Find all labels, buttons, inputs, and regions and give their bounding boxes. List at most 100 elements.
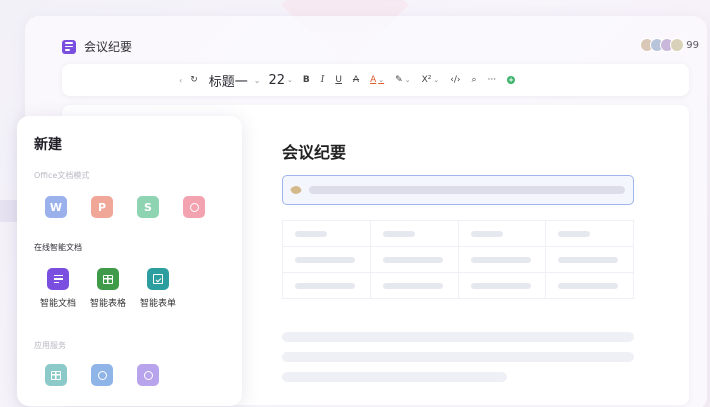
chevron-down-icon[interactable]: ⌄ <box>254 76 261 85</box>
table-cell[interactable] <box>545 220 634 247</box>
smart-doc-glyph <box>53 274 63 284</box>
collaborator-avatars[interactable]: 99 <box>640 38 699 52</box>
strikethrough-button[interactable]: A <box>353 75 359 85</box>
underline-button[interactable]: U <box>335 75 342 85</box>
bold-button[interactable]: B <box>303 75 310 85</box>
chevron-down-icon: ⌄ <box>378 76 385 84</box>
table-cell[interactable] <box>369 272 459 299</box>
cell-placeholder <box>558 282 619 289</box>
app-link-icon <box>91 364 113 386</box>
link-glyph <box>97 370 107 380</box>
undo-button[interactable]: ‹ <box>179 76 182 85</box>
cell-placeholder <box>295 282 355 289</box>
smart-section-label: 在线智能文档 <box>34 243 82 252</box>
smart-form-label: 智能表单 <box>139 299 176 309</box>
superscript-button[interactable]: X² ⌄ <box>422 75 440 85</box>
smart-doc-label: 智能文档 <box>39 299 76 309</box>
cell-placeholder <box>382 282 443 289</box>
office-apps: W P S <box>45 196 205 218</box>
flowchart-glyph <box>189 202 199 212</box>
smart-sheet-label: 智能表格 <box>89 299 126 309</box>
flowchart-icon <box>183 196 205 218</box>
table-cell[interactable] <box>545 272 634 299</box>
text-color-button[interactable]: A ⌄ <box>370 75 384 85</box>
office-section-label: Office文档模式 <box>34 171 90 180</box>
superscript-icon: X² <box>421 75 432 85</box>
add-button[interactable]: + <box>507 76 516 84</box>
smart-sheet-app[interactable]: 智能表格 <box>89 268 127 309</box>
table-cell[interactable] <box>457 272 547 299</box>
circle-app[interactable] <box>137 364 159 386</box>
pencil-icon <box>289 184 303 196</box>
content-table[interactable] <box>282 220 634 299</box>
text-line-placeholder <box>282 372 507 382</box>
spreadsheet-app[interactable]: S <box>137 196 159 218</box>
highlight-button[interactable]: ✎ ⌄ <box>395 75 410 85</box>
content-input[interactable] <box>282 175 634 205</box>
cell-placeholder <box>295 230 327 237</box>
font-size-value: 22 <box>268 72 286 88</box>
table-cell[interactable] <box>457 220 547 247</box>
table-cell[interactable] <box>282 246 371 273</box>
text-line-placeholder <box>282 332 634 342</box>
redo-button[interactable]: ↻ <box>190 75 198 85</box>
panel-title: 新建 <box>34 137 62 153</box>
avatar <box>670 38 685 52</box>
app-circle-icon <box>137 364 159 386</box>
table-cell[interactable] <box>369 246 459 273</box>
text-line-placeholder <box>282 352 634 362</box>
service-glyph <box>51 370 61 380</box>
chevron-down-icon: ⌄ <box>433 76 440 84</box>
new-document-panel: 新建 Office文档模式 W P S 在线智能文档 智能文档 智能表格 智能表… <box>17 116 242 406</box>
table-cell[interactable] <box>369 220 459 247</box>
circle-glyph <box>143 370 153 380</box>
service-app[interactable] <box>45 364 67 386</box>
table-row <box>282 272 634 299</box>
powerpoint-app[interactable]: P <box>91 196 113 218</box>
smart-sheet-glyph <box>103 274 113 284</box>
smart-doc-app[interactable]: 智能文档 <box>39 268 77 309</box>
code-button[interactable]: ‹/› <box>450 75 460 85</box>
cell-placeholder <box>295 256 355 263</box>
italic-button[interactable]: I <box>321 75 325 85</box>
search-icon[interactable]: ⌕ <box>471 75 476 85</box>
title-bar: 会议纪要 <box>62 38 132 55</box>
smart-form-glyph <box>153 274 163 284</box>
table-row <box>282 246 634 273</box>
chevron-down-icon: ⌄ <box>404 76 411 84</box>
chevron-down-icon: ⌄ <box>287 76 293 84</box>
cell-placeholder <box>470 230 503 237</box>
cell-placeholder <box>382 256 443 263</box>
cell-placeholder <box>382 230 415 237</box>
smart-form-icon <box>147 268 169 290</box>
flowchart-app[interactable] <box>183 196 205 218</box>
cell-placeholder <box>470 282 531 289</box>
table-cell[interactable] <box>545 246 634 273</box>
heading-select[interactable]: 标题一 <box>209 71 248 90</box>
link-app[interactable] <box>91 364 113 386</box>
document-icon <box>62 39 76 54</box>
editor-heading[interactable]: 会议纪要 <box>282 139 346 163</box>
more-button[interactable]: ··· <box>488 75 497 85</box>
word-icon: W <box>45 196 67 218</box>
content-placeholder <box>309 186 625 194</box>
font-size-select[interactable]: 22 ⌄ <box>268 73 292 88</box>
document-title: 会议纪要 <box>84 40 133 54</box>
smart-apps: 智能文档 智能表格 智能表单 <box>39 268 177 309</box>
powerpoint-icon: P <box>91 196 113 218</box>
service-apps <box>45 364 159 386</box>
word-app[interactable]: W <box>45 196 67 218</box>
collaborator-count: 99 <box>686 39 699 51</box>
smart-form-app[interactable]: 智能表单 <box>139 268 177 309</box>
format-toolbar: ‹ ↻ 标题一 ⌄ 22 ⌄ B I U A A ⌄ ✎ ⌄ X² ⌄ ‹/› ⌕ ··… <box>62 64 689 96</box>
cell-placeholder <box>558 256 619 263</box>
highlight-icon: ✎ <box>395 75 403 85</box>
table-cell[interactable] <box>282 220 371 247</box>
smart-doc-icon <box>47 268 69 290</box>
table-cell[interactable] <box>282 272 371 299</box>
table-cell[interactable] <box>457 246 547 273</box>
apps-section-label: 应用服务 <box>34 341 66 350</box>
table-row <box>282 220 634 247</box>
cell-placeholder <box>470 256 531 263</box>
smart-sheet-icon <box>97 268 119 290</box>
